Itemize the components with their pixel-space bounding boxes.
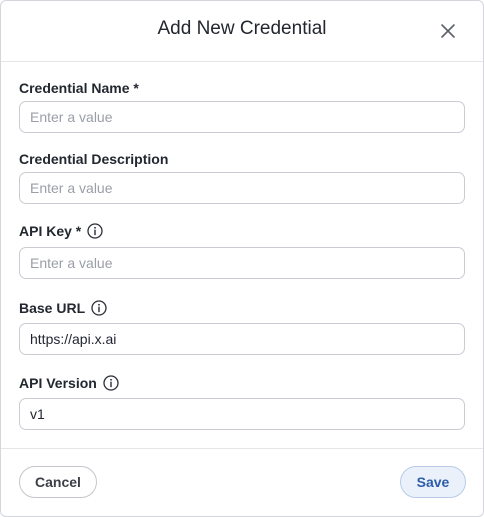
api-key-input[interactable] [19, 247, 465, 279]
info-icon[interactable] [87, 223, 103, 239]
credential-name-label: Credential Name * [19, 79, 139, 97]
base-url-input[interactable] [19, 323, 465, 355]
credential-description-label: Credential Description [19, 150, 168, 168]
api-key-label-text: API Key * [19, 223, 82, 239]
dialog-footer: Cancel Save [1, 448, 483, 517]
close-icon[interactable] [437, 20, 459, 42]
base-url-label-text: Base URL [19, 300, 86, 316]
dialog-header: Add New Credential [1, 1, 483, 62]
credential-description-label-text: Credential Description [19, 151, 169, 167]
dialog-title: Add New Credential [157, 18, 327, 39]
info-icon[interactable] [103, 375, 119, 391]
credential-description-input[interactable] [19, 172, 465, 204]
cancel-button[interactable]: Cancel [19, 466, 97, 498]
info-icon[interactable] [91, 300, 107, 316]
add-credential-dialog: Add New Credential Credential Name * Cre… [0, 0, 484, 517]
base-url-label: Base URL [19, 299, 107, 317]
credential-name-input[interactable] [19, 101, 465, 133]
api-version-label-text: API Version [19, 375, 97, 391]
credential-name-label-text: Credential Name * [19, 80, 139, 96]
api-key-label: API Key * [19, 222, 103, 240]
api-version-input[interactable] [19, 398, 465, 430]
save-button[interactable]: Save [400, 466, 466, 498]
api-version-label: API Version [19, 374, 119, 392]
